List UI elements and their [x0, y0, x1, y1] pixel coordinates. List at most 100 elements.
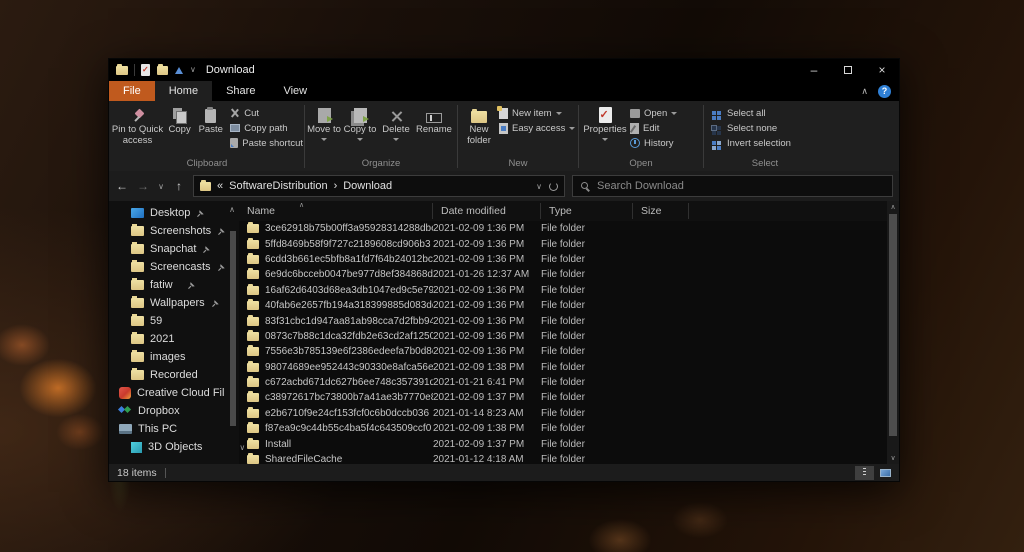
sidebar-item[interactable]: This PC ∨ — [109, 420, 239, 438]
tab-share[interactable]: Share — [212, 81, 269, 101]
file-date-modified: 2021-02-09 1:36 PM — [433, 285, 541, 296]
copy-button[interactable]: Copy — [164, 102, 195, 136]
sidebar-item[interactable]: 3D Objects ∨ — [109, 438, 239, 456]
scroll-up-icon[interactable]: ∧ — [890, 201, 895, 213]
cut-button[interactable]: Cut — [230, 107, 303, 119]
delete-button[interactable]: Delete — [378, 102, 414, 141]
file-type: File folder — [541, 454, 633, 464]
large-icons-view-button[interactable] — [876, 466, 895, 480]
breadcrumb-root[interactable]: SoftwareDistribution — [229, 180, 327, 192]
up-icon[interactable]: ↑ — [172, 179, 186, 193]
sidebar-item[interactable]: Desktop ∨ — [109, 204, 239, 222]
help-icon[interactable]: ? — [878, 85, 891, 98]
column-header-type[interactable]: Type — [541, 203, 633, 219]
sidebar-item[interactable]: Snapchat ∨ — [109, 240, 239, 258]
sidebar-item[interactable]: fatiw ∨ — [109, 276, 239, 294]
sidebar-scroll-up-icon[interactable]: ∧ — [229, 205, 235, 214]
rename-button[interactable]: Rename — [414, 102, 454, 136]
properties-qat-icon[interactable] — [141, 64, 150, 76]
window-title: Download — [206, 64, 255, 76]
file-row[interactable]: 6cdd3b661ec5bfb8a1fd7f64b24012bc 2021-02… — [239, 252, 887, 267]
minimize-button[interactable]: – — [797, 59, 831, 81]
scrollbar-thumb[interactable] — [889, 214, 897, 436]
properties-button[interactable]: Properties — [580, 102, 630, 141]
select-all-icon — [712, 111, 716, 115]
sidebar-scrollbar[interactable] — [230, 231, 236, 426]
pin-icon — [217, 263, 226, 272]
forward-icon[interactable]: → — [136, 179, 150, 193]
sidebar-item[interactable]: Recorded ∨ — [109, 366, 239, 384]
tab-file[interactable]: File — [109, 81, 155, 101]
sidebar-item-label: 3D Objects — [148, 441, 202, 453]
history-button[interactable]: History — [630, 137, 677, 149]
column-header-name[interactable]: Name — [239, 203, 433, 219]
file-row[interactable]: 40fab6e2657fb194a318399885d083dc 2021-02… — [239, 298, 887, 313]
file-row[interactable]: SharedFileCache 2021-01-12 4:18 AM File … — [239, 452, 887, 464]
titlebar[interactable]: ∨ Download – × — [109, 59, 899, 81]
copy-path-button[interactable]: Copy path — [230, 122, 303, 134]
breadcrumb-overflow-icon[interactable]: « — [217, 180, 223, 192]
new-item-button[interactable]: New item — [499, 107, 575, 119]
edit-button[interactable]: Edit — [630, 122, 677, 134]
sidebar-item[interactable]: Screencasts ∨ — [109, 258, 239, 276]
recent-locations-icon[interactable]: ∨ — [157, 182, 165, 191]
column-header-date-modified[interactable]: Date modified — [433, 203, 541, 219]
address-dropdown-icon[interactable]: ∨ — [535, 182, 543, 191]
file-row[interactable]: c38972617bc73800b7a41ae3b7770e81 2021-02… — [239, 390, 887, 405]
move-to-button[interactable]: Move to — [306, 102, 342, 141]
file-row[interactable]: 7556e3b785139e6f2386edeefa7b0d8e 2021-02… — [239, 344, 887, 359]
breadcrumb-current[interactable]: Download — [343, 180, 392, 192]
sidebar-item[interactable]: 2021 ∨ — [109, 330, 239, 348]
details-view-button[interactable] — [855, 466, 874, 480]
open-button[interactable]: Open — [630, 107, 677, 119]
select-all-button[interactable]: Select all — [711, 107, 791, 119]
copy-to-button[interactable]: Copy to — [342, 102, 378, 141]
breadcrumb[interactable]: « SoftwareDistribution › Download ∨ — [193, 175, 565, 197]
sidebar-item[interactable]: Creative Cloud Fil ∨ — [109, 384, 239, 402]
maximize-button[interactable] — [831, 59, 865, 81]
file-row[interactable]: 16af62d6403d68ea3db1047ed9c5e79e 2021-02… — [239, 283, 887, 298]
file-row[interactable]: c672acbd671dc627b6ee748c357391df 2021-01… — [239, 375, 887, 390]
file-row[interactable]: 83f31cbc1d947aa81ab98cca7d2fbb94 2021-02… — [239, 313, 887, 328]
pin-to-quick-access-button[interactable]: Pin to Quick access — [111, 102, 164, 147]
new-folder-qat-icon[interactable] — [157, 66, 168, 75]
sidebar-item[interactable]: Dropbox ∨ — [109, 402, 239, 420]
crumb-separator-icon[interactable]: › — [334, 180, 338, 192]
column-header-size[interactable]: Size — [633, 203, 689, 219]
back-icon[interactable]: ← — [115, 179, 129, 193]
sidebar-item-icon — [131, 262, 144, 272]
tab-view[interactable]: View — [269, 81, 321, 101]
search-box[interactable]: Search Download — [572, 175, 893, 197]
paste-button[interactable]: Paste — [195, 102, 226, 136]
file-row[interactable]: 5ffd8469b58f9f727c2189608cd906b3 2021-02… — [239, 236, 887, 251]
file-row[interactable]: 6e9dc6bcceb0047be977d8ef384868d4 2021-01… — [239, 267, 887, 282]
close-button[interactable]: × — [865, 59, 899, 81]
vertical-scrollbar[interactable]: ∧ ∨ — [887, 201, 899, 464]
file-row[interactable]: e2b6710f9e24cf153fcf0c6b0dccb036 2021-01… — [239, 406, 887, 421]
file-row[interactable]: 0873c7b88c1dca32fdb2e63cd2af1250 2021-02… — [239, 329, 887, 344]
easy-access-button[interactable]: Easy access — [499, 122, 575, 134]
chevron-down-icon — [671, 112, 677, 115]
tab-home[interactable]: Home — [155, 81, 212, 101]
invert-selection-button[interactable]: Invert selection — [711, 137, 791, 149]
folder-icon — [247, 440, 259, 449]
qat-dropdown-icon[interactable]: ∨ — [190, 66, 196, 74]
file-row[interactable]: 98074689ee952443c90330e8afca56e8 2021-02… — [239, 360, 887, 375]
refresh-icon[interactable] — [549, 182, 558, 191]
file-row[interactable]: f87ea9c9c44b55c4ba5f4c643509ccf0 2021-02… — [239, 421, 887, 436]
rename-label: Rename — [416, 125, 452, 136]
scroll-down-icon[interactable]: ∨ — [890, 452, 895, 464]
expand-chevron-icon[interactable]: ∨ — [239, 443, 245, 452]
paste-shortcut-button[interactable]: Paste shortcut — [230, 137, 303, 149]
file-row[interactable]: 3ce62918b75b00ff3a95928314288dbe 2021-02… — [239, 221, 887, 236]
sidebar-item[interactable]: Wallpapers ∨ — [109, 294, 239, 312]
collapse-ribbon-icon[interactable]: ∧ — [861, 86, 868, 97]
sidebar-item[interactable]: 59 ∨ — [109, 312, 239, 330]
select-none-button[interactable]: Select none — [711, 122, 791, 134]
customize-qat-icon[interactable] — [175, 67, 183, 74]
sidebar-item[interactable]: images ∨ — [109, 348, 239, 366]
paste-icon — [205, 109, 216, 123]
file-row[interactable]: Install 2021-02-09 1:37 PM File folder — [239, 436, 887, 451]
sidebar-item[interactable]: Screenshots ∨ — [109, 222, 239, 240]
new-folder-button[interactable]: New folder — [459, 102, 499, 147]
